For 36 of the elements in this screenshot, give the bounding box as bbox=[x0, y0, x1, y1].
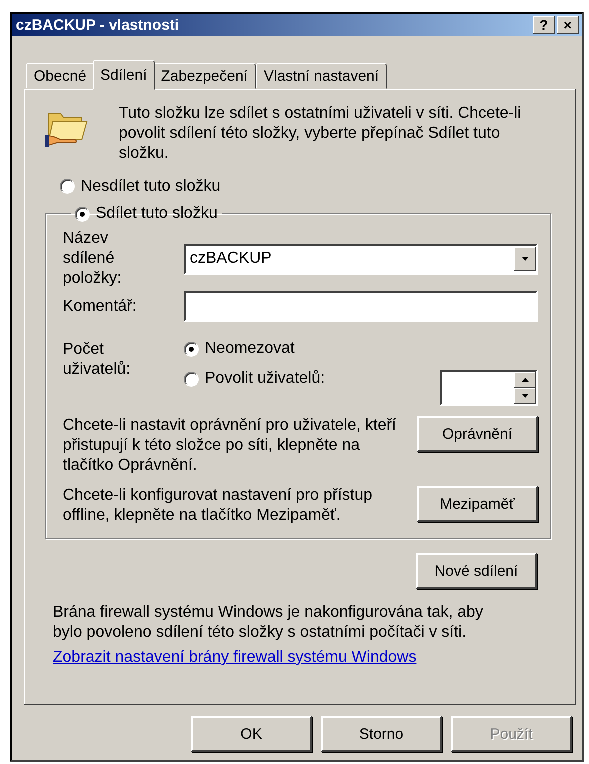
down-arrow-icon bbox=[522, 257, 528, 261]
close-button[interactable]: × bbox=[557, 16, 579, 34]
spin-up-button[interactable] bbox=[514, 372, 536, 388]
radio-button[interactable]: Povolit uživatelů: bbox=[184, 370, 326, 388]
radio-button[interactable]: Sdílet tuto složku bbox=[75, 205, 218, 223]
help-button[interactable]: ? bbox=[533, 16, 555, 34]
radio-circle-icon[interactable] bbox=[75, 206, 90, 222]
down-arrow-icon bbox=[522, 394, 528, 398]
radio-circle-icon[interactable] bbox=[184, 342, 199, 356]
permissions-text: Chcete-li nastavit oprávnění pro uživatele, kteří přistupují k této složce po síti, klepněte na tlačítko Oprávnění. bbox=[63, 416, 398, 476]
window-title: czBACKUP - vlastnosti bbox=[16, 16, 180, 34]
field-label: Komentář: bbox=[63, 296, 138, 316]
tab[interactable]: Vlastní nastavení bbox=[256, 63, 388, 89]
spin-down-button[interactable] bbox=[514, 388, 536, 404]
share-name-dropdown[interactable]: czBACKUP bbox=[184, 244, 538, 274]
tab[interactable]: Obecné bbox=[26, 63, 95, 89]
radio-circle-icon[interactable] bbox=[60, 179, 75, 194]
comment-field[interactable] bbox=[184, 291, 538, 322]
dialog-button[interactable]: OK bbox=[191, 716, 312, 752]
dialog-button[interactable]: Storno bbox=[321, 716, 442, 752]
caching-text: Chcete-li konfigurovat nastavení pro přístup offline, klepněte na tlačítko Mezipaměť. bbox=[63, 486, 374, 526]
field-label: Počet uživatelů: bbox=[63, 340, 132, 380]
radio-button[interactable]: Neomezovat bbox=[184, 340, 295, 358]
tab[interactable]: Zabezpečení bbox=[153, 63, 256, 89]
new-share-button[interactable]: Nové sdílení bbox=[416, 553, 537, 589]
user-count-spinner[interactable] bbox=[440, 370, 538, 406]
firewall-settings-link[interactable]: Zobrazit nastavení brány firewall systému Windows bbox=[53, 649, 417, 666]
field-label: Název sdílené položky: bbox=[63, 229, 123, 289]
permissions-button[interactable]: Oprávnění bbox=[417, 416, 538, 452]
tab[interactable]: Sdílení bbox=[92, 60, 156, 90]
caching-button[interactable]: Mezipaměť bbox=[417, 486, 538, 522]
firewall-text: Brána firewall systému Windows je nakonfigurována tak, aby bylo povoleno sdílení této složky s ostatními počítači v síti. bbox=[53, 603, 484, 643]
radio-circle-icon[interactable] bbox=[184, 372, 199, 386]
up-arrow-icon bbox=[522, 378, 528, 382]
radio-button[interactable]: Nesdílet tuto složku bbox=[60, 178, 221, 196]
intro-text: Tuto složku lze sdílet s ostatními uživateli v síti. Chcete-li povolit sdílení této složky, vyberte přepínač Sdílet tuto složku. bbox=[119, 104, 522, 164]
